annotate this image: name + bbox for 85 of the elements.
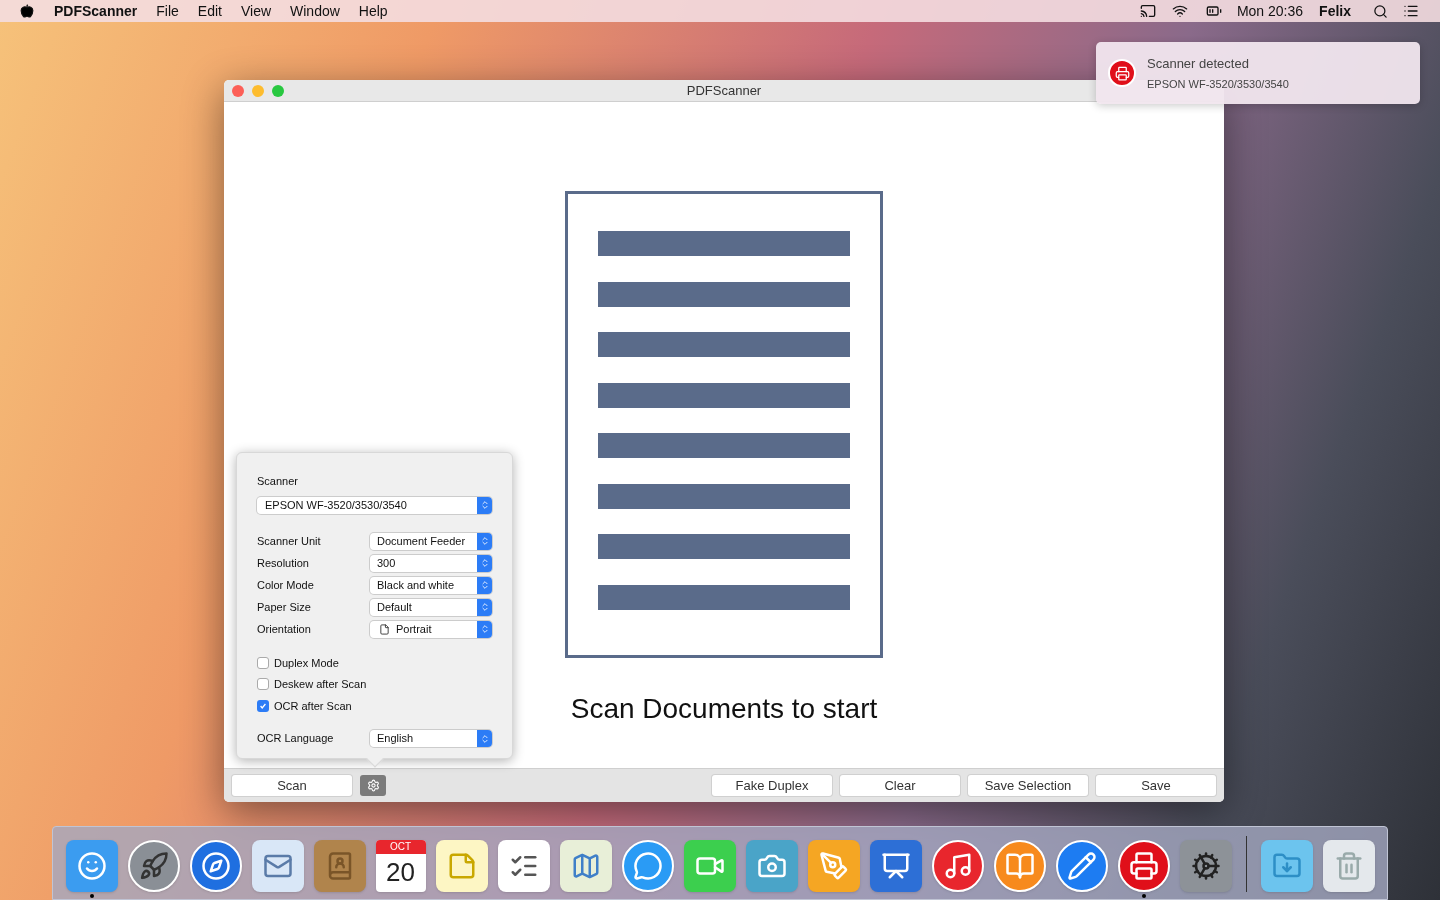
popup-value: Portrait xyxy=(395,621,433,637)
checkbox[interactable] xyxy=(257,656,269,669)
close-button[interactable] xyxy=(232,84,244,97)
camera-icon[interactable] xyxy=(745,840,798,892)
menu-clock[interactable]: Mon 20:36 xyxy=(1236,0,1304,22)
field-label: Orientation xyxy=(257,621,312,637)
stepper-arrows-icon xyxy=(477,554,492,572)
popup-menu[interactable]: EPSON WF-3520/3530/3540 xyxy=(257,496,492,514)
rocket-icon[interactable] xyxy=(127,840,180,892)
list-icon[interactable] xyxy=(1402,3,1420,19)
menu-item[interactable]: Help xyxy=(358,0,388,22)
video-camera-icon[interactable] xyxy=(683,840,736,892)
menu-item[interactable]: View xyxy=(240,0,272,22)
toolbar-button[interactable]: Save Selection xyxy=(968,775,1088,796)
wifi-icon[interactable] xyxy=(1170,3,1189,19)
field-label: Resolution xyxy=(257,555,310,571)
popup-menu[interactable]: Portrait xyxy=(370,620,492,638)
popup-menu[interactable]: Document Feeder xyxy=(370,532,492,550)
calendar-app-icon[interactable]: OCT 20 xyxy=(375,840,426,892)
scanner-label: Scanner xyxy=(257,474,299,489)
stepper-arrows-icon xyxy=(477,576,492,594)
printer-icon[interactable] xyxy=(1117,840,1170,892)
checkbox-label: Duplex Mode xyxy=(274,655,339,671)
menu-item[interactable]: Window xyxy=(290,0,340,22)
printer-icon xyxy=(1108,59,1136,87)
stepper-arrows-icon xyxy=(477,496,492,514)
apple-icon[interactable] xyxy=(20,4,34,18)
popup-menu[interactable]: 300 xyxy=(370,554,492,572)
checkbox[interactable] xyxy=(257,678,269,691)
popup-value: Default xyxy=(376,599,413,615)
settings-icon xyxy=(366,779,380,792)
field-label: OCR Language xyxy=(257,731,335,747)
popup-value: Black and white xyxy=(376,577,456,593)
field-label: Scanner Unit xyxy=(257,533,322,549)
calendar-day: 20 xyxy=(375,854,426,890)
popup-menu[interactable]: Black and white xyxy=(370,576,492,594)
empty-state-message: Scan Documents to start xyxy=(570,692,878,726)
menu-item[interactable]: File xyxy=(156,0,179,22)
menu-app-name[interactable]: PDFScanner xyxy=(54,0,138,22)
stepper-arrows-icon xyxy=(477,730,492,747)
popup-value: EPSON WF-3520/3530/3540 xyxy=(264,497,408,513)
page-icon xyxy=(379,623,390,635)
settings-button[interactable] xyxy=(360,775,386,796)
window-title: PDFScanner xyxy=(686,81,762,100)
menu-item[interactable]: Edit xyxy=(197,0,222,22)
calendar-month: OCT xyxy=(375,840,426,854)
speech-bubble-icon[interactable] xyxy=(621,840,674,892)
scan-button[interactable]: Scan xyxy=(232,775,352,796)
popup-value: 300 xyxy=(376,555,397,571)
address-book-icon[interactable] xyxy=(313,840,366,892)
stepper-arrows-icon xyxy=(477,598,492,616)
toolbar-button[interactable]: Save xyxy=(1096,775,1216,796)
notification-title: Scanner detected xyxy=(1147,55,1250,73)
popup-value: Document Feeder xyxy=(376,533,467,549)
field-label: Color Mode xyxy=(257,577,315,593)
music-note-icon[interactable] xyxy=(931,840,984,892)
lectern-icon[interactable] xyxy=(869,840,922,892)
stepper-arrows-icon xyxy=(477,532,492,550)
field-label: Paper Size xyxy=(257,599,312,615)
compass-icon[interactable] xyxy=(189,840,242,892)
screen-mirroring-icon[interactable] xyxy=(1138,3,1157,19)
notification-banner[interactable]: Scanner detected EPSON WF-3520/3530/3540 xyxy=(1096,42,1420,104)
search-icon[interactable] xyxy=(1373,3,1388,19)
checkbox-label: OCR after Scan xyxy=(274,698,352,714)
notepad-icon[interactable] xyxy=(435,840,488,892)
notification-body: EPSON WF-3520/3530/3540 xyxy=(1147,76,1289,92)
menu-user[interactable]: Felix xyxy=(1319,0,1351,22)
map-icon[interactable] xyxy=(559,840,612,892)
trash-icon[interactable] xyxy=(1322,840,1375,892)
stepper-arrows-icon xyxy=(477,620,492,638)
checkmark-icon xyxy=(259,701,267,710)
pencil-icon[interactable] xyxy=(1055,840,1108,892)
smiling-face-icon[interactable] xyxy=(65,840,118,892)
popup-menu[interactable]: English xyxy=(370,730,492,747)
toolbar-button[interactable]: Fake Duplex xyxy=(712,775,832,796)
checkbox-label: Deskew after Scan xyxy=(274,677,367,692)
checklist-icon[interactable] xyxy=(497,840,550,892)
zoom-button[interactable] xyxy=(272,84,284,97)
open-book-icon[interactable] xyxy=(993,840,1046,892)
popup-value: English xyxy=(376,731,415,747)
download-folder-icon[interactable] xyxy=(1260,840,1313,892)
checkbox[interactable] xyxy=(257,699,269,712)
toolbar-button[interactable]: Clear xyxy=(840,775,960,796)
popup-menu[interactable]: Default xyxy=(370,598,492,616)
gear-icon[interactable] xyxy=(1179,840,1232,892)
